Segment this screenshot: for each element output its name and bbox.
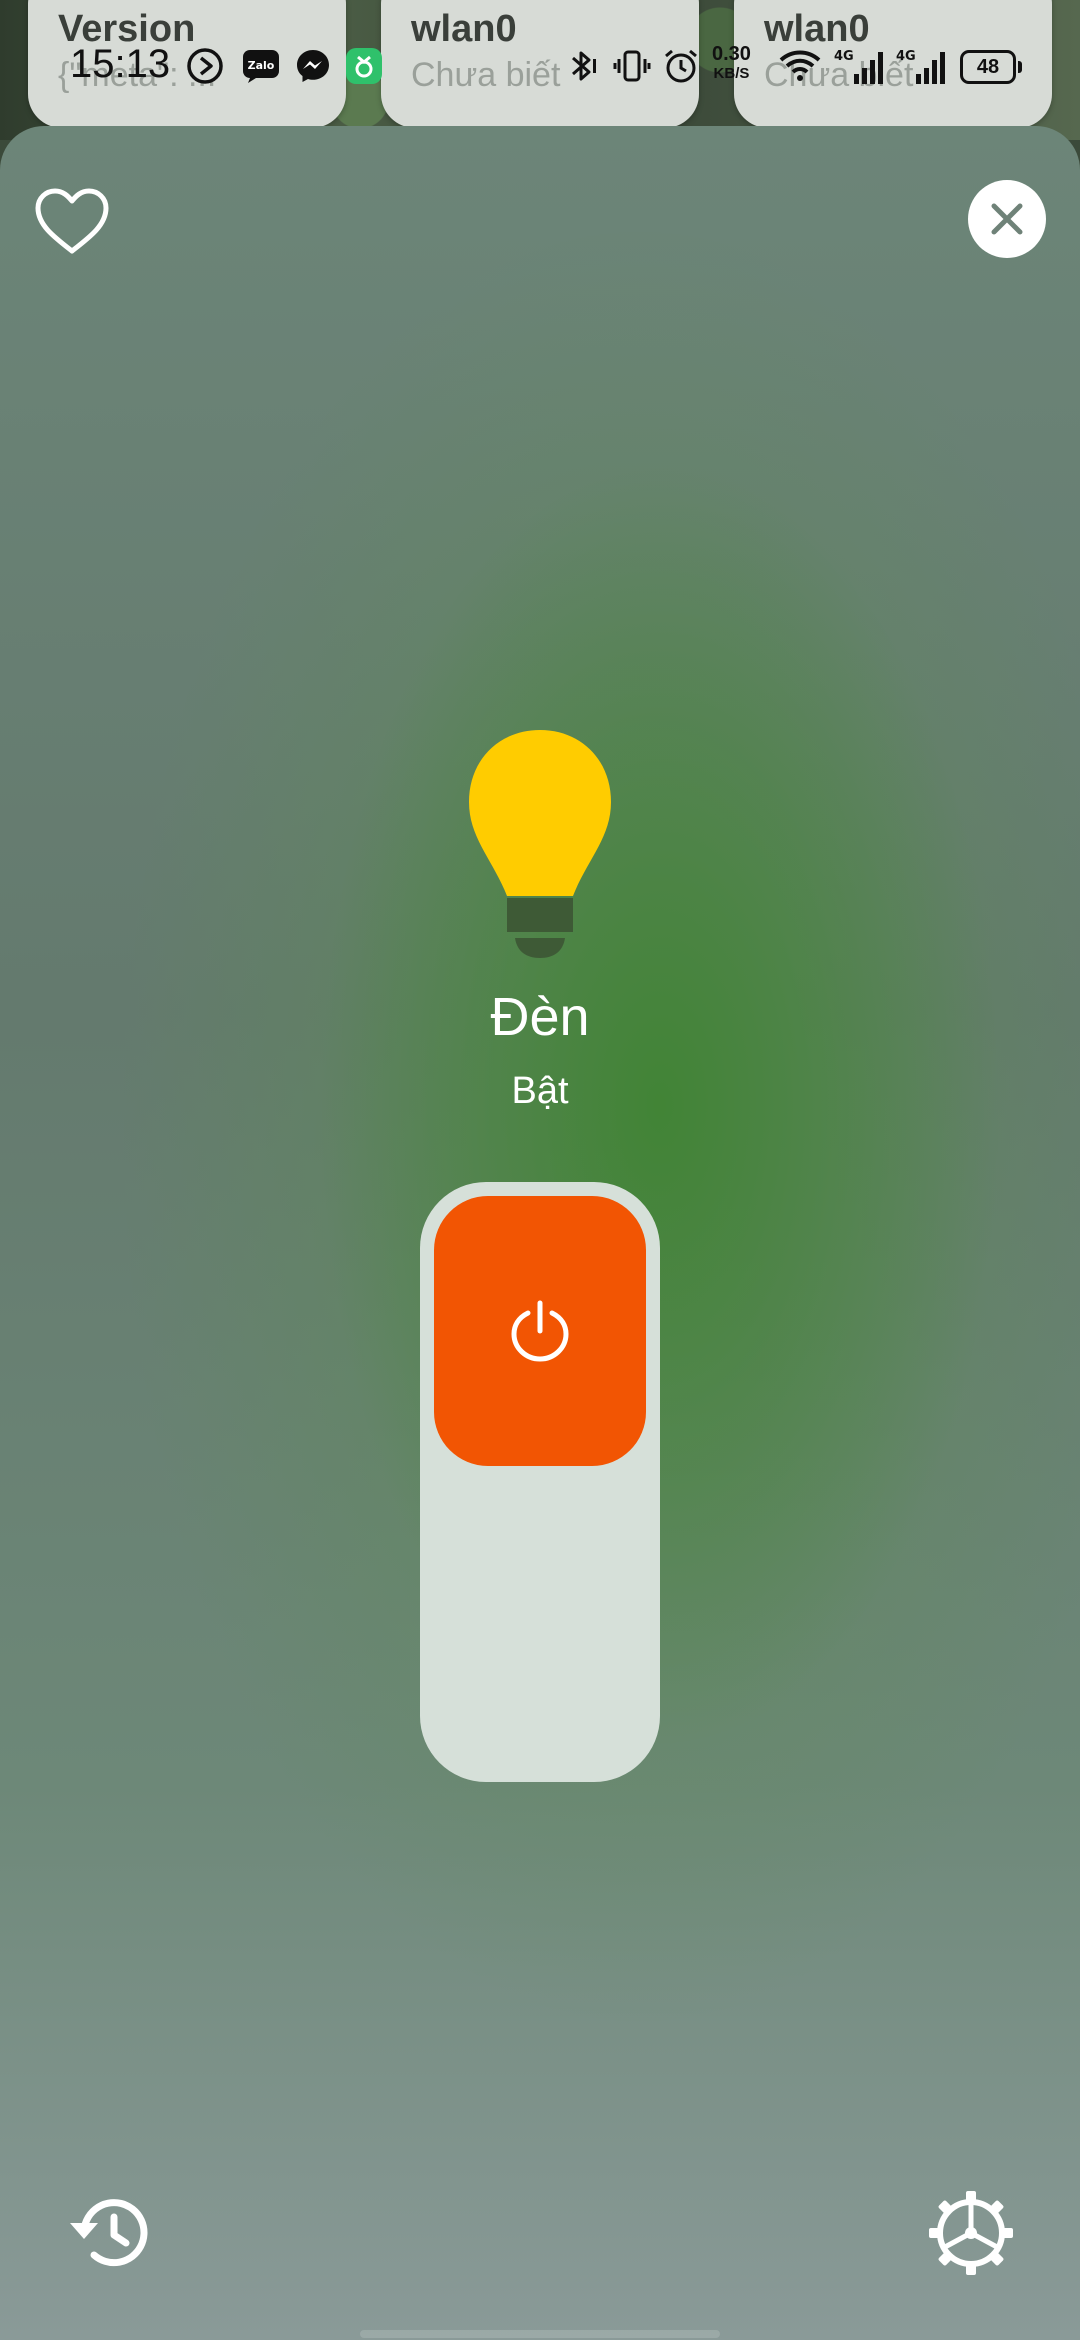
device-control-dialog: Đèn Bật: [0, 126, 1080, 2340]
favorite-button[interactable]: [30, 180, 114, 264]
zalo-icon: Zalo: [240, 46, 282, 86]
network-type-sim1: 4G: [834, 49, 854, 64]
device-state: Bật: [511, 1070, 569, 1112]
network-speed-value: 0.30: [712, 43, 751, 65]
media-play-icon: [184, 46, 226, 86]
status-bar: 15:13 Zalo 0.30 KB/S 4G 4G 48: [0, 0, 1080, 130]
power-icon: [511, 1300, 569, 1362]
signal-icon-sim2: 4G: [894, 46, 948, 86]
zalo-label: Zalo: [248, 59, 275, 72]
home-indicator: [360, 2330, 720, 2338]
battery-indicator: 48: [960, 50, 1022, 84]
network-speed-unit: KB/S: [713, 65, 750, 82]
heart-icon: [35, 188, 109, 254]
close-icon: [991, 203, 1023, 235]
wifi-icon: [778, 46, 822, 86]
history-icon: [70, 2199, 148, 2267]
network-speed: 0.30 KB/S: [712, 44, 751, 84]
app-icon: [344, 46, 384, 86]
messenger-icon: [292, 46, 334, 86]
history-button[interactable]: [62, 2188, 152, 2278]
lightbulb-icon: [455, 726, 625, 966]
close-button[interactable]: [968, 180, 1046, 258]
vibrate-icon: [612, 46, 652, 86]
alarm-icon: [660, 46, 702, 86]
settings-button[interactable]: [926, 2188, 1016, 2278]
signal-icon-sim1: 4G: [832, 46, 886, 86]
network-type-sim2: 4G: [896, 49, 916, 64]
power-toggle-thumb[interactable]: [434, 1196, 646, 1466]
power-toggle[interactable]: [420, 1182, 660, 1782]
device-name: Đèn: [490, 987, 590, 1047]
status-time: 15:13: [70, 42, 171, 86]
bluetooth-icon: [562, 46, 602, 86]
gear-icon: [929, 2191, 1013, 2275]
